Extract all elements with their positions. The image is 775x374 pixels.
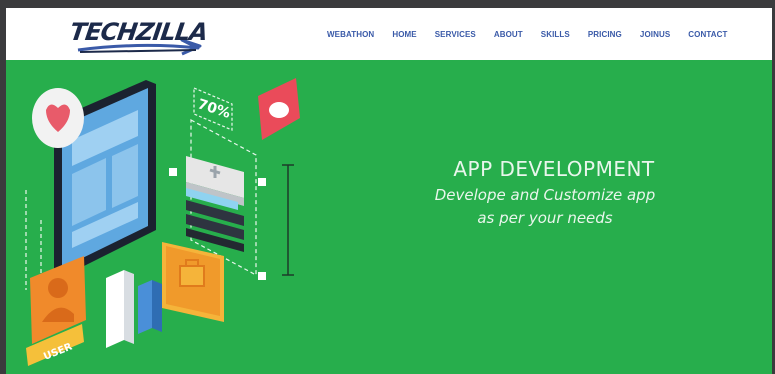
hero-subtitle-line1: Develope and Customize app — [434, 186, 656, 204]
logo-text: TECHZILLA — [68, 18, 209, 46]
nav-item-webathon[interactable]: WEBATHON — [318, 30, 383, 39]
nav-item-skills[interactable]: SKILLS — [532, 30, 579, 39]
navbar: TECHZILLA WEBATHON HOME SERVICES ABOUT S… — [6, 8, 772, 60]
hero-title: APP DEVELOPMENT — [453, 157, 655, 182]
percent-badge-text: 70% — [196, 96, 233, 122]
heart-badge-icon — [32, 88, 84, 148]
nav-item-pricing[interactable]: PRICING — [579, 30, 631, 39]
nav-item-home[interactable]: HOME — [383, 30, 425, 39]
nav-item-contact[interactable]: CONTACT — [679, 30, 736, 39]
nav-item-about[interactable]: ABOUT — [485, 30, 532, 39]
briefcase-card-icon — [162, 242, 224, 322]
app-development-illustration: 70% USER — [25, 78, 300, 366]
techzilla-logo[interactable]: TECHZILLA — [68, 14, 209, 56]
play-card-icon — [258, 78, 300, 140]
hero-subtitle-line2: as per your needs — [477, 209, 613, 227]
hero-banner: 70% USER APP DEVELOPMENT Develope and Cu… — [6, 60, 772, 374]
bar-blocks-icon — [106, 270, 162, 348]
hero-subtitle: Develope and Customize app as per your n… — [400, 184, 690, 230]
percent-badge: 70% — [193, 87, 233, 131]
main-nav: WEBATHON HOME SERVICES ABOUT SKILLS PRIC… — [318, 8, 737, 60]
user-card-icon: USER — [26, 256, 86, 366]
nav-item-services[interactable]: SERVICES — [426, 30, 485, 39]
window-frame-top — [0, 0, 775, 8]
nav-item-joinus[interactable]: JOINUS — [631, 30, 679, 39]
